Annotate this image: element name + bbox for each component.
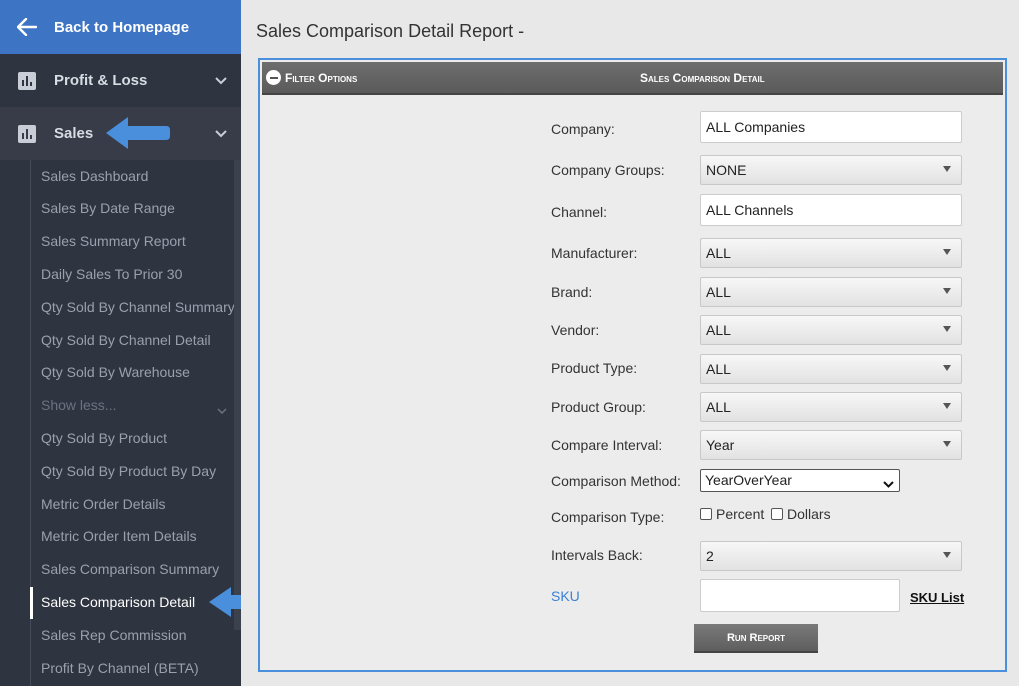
sku-input[interactable] [700, 579, 900, 612]
sidebar-section-label: Sales [54, 125, 94, 142]
brand-select[interactable]: ALL [700, 277, 962, 307]
brand-label: Brand: [551, 284, 593, 300]
comparison-type-label: Comparison Type: [551, 509, 665, 525]
chevron-down-icon [215, 72, 227, 89]
manufacturer-label: Manufacturer: [551, 245, 638, 261]
dollars-checkbox[interactable] [771, 508, 783, 520]
percent-option[interactable]: Percent [700, 506, 764, 522]
sidebar-item-sales-by-date-range[interactable]: Sales By Date Range [41, 200, 175, 216]
intervals-back-label: Intervals Back: [551, 547, 643, 563]
caret-down-icon [943, 403, 951, 409]
sidebar: Back to Homepage Profit & Loss Sales Sal… [0, 0, 241, 686]
chevron-up-icon [217, 401, 227, 419]
sidebar-item-daily-sales-prior-30[interactable]: Daily Sales To Prior 30 [41, 266, 182, 282]
company-input[interactable]: ALL Companies [700, 111, 962, 143]
collapse-minus-icon [266, 70, 281, 85]
panel-title: Sales Comparison Detail [640, 71, 765, 85]
chevron-down-icon [883, 475, 894, 491]
intervals-back-select[interactable]: 2 [700, 541, 962, 571]
page-title: Sales Comparison Detail Report - [256, 21, 525, 41]
caret-down-icon [943, 326, 951, 332]
sidebar-item-show-less[interactable]: Show less... [41, 397, 116, 413]
sidebar-item-profit-by-channel[interactable]: Profit By Channel (BETA) [41, 660, 199, 676]
back-to-homepage-label: Back to Homepage [54, 18, 190, 36]
sku-list-link[interactable]: SKU List [910, 590, 964, 605]
sidebar-section-profit-loss[interactable]: Profit & Loss [0, 54, 241, 107]
panel-header: Filter Options Sales Comparison Detail [262, 62, 1003, 95]
sku-label-link[interactable]: SKU [551, 588, 580, 604]
vendor-value: ALL [706, 322, 731, 338]
caret-down-icon [943, 552, 951, 558]
product-group-label: Product Group: [551, 399, 646, 415]
run-report-button[interactable]: Run Report [694, 624, 818, 653]
vendor-select[interactable]: ALL [700, 315, 962, 345]
company-groups-value: NONE [706, 162, 747, 178]
product-group-value: ALL [706, 399, 731, 415]
product-type-select[interactable]: ALL [700, 354, 962, 384]
company-label: Company: [551, 121, 615, 137]
vendor-label: Vendor: [551, 322, 600, 338]
report-panel: Filter Options Sales Comparison Detail C… [258, 58, 1007, 672]
sidebar-item-sales-summary-report[interactable]: Sales Summary Report [41, 233, 186, 249]
bar-chart-icon [0, 71, 54, 90]
pointer-arrow-sales [106, 117, 170, 149]
main-content: Sales Comparison Detail Report - Filter … [241, 0, 1019, 686]
sidebar-item-qty-sold-product[interactable]: Qty Sold By Product [41, 430, 167, 446]
company-groups-label: Company Groups: [551, 162, 665, 178]
sidebar-item-qty-sold-warehouse[interactable]: Qty Sold By Warehouse [41, 364, 190, 380]
caret-down-icon [943, 166, 951, 172]
brand-value: ALL [706, 284, 731, 300]
comparison-method-select[interactable]: YearOverYear [700, 469, 900, 492]
sidebar-item-sales-dashboard[interactable]: Sales Dashboard [41, 168, 148, 184]
product-group-select[interactable]: ALL [700, 392, 962, 422]
current-item-indicator [30, 587, 33, 619]
arrow-left-icon [0, 18, 54, 36]
comparison-method-label: Comparison Method: [551, 473, 681, 489]
product-type-value: ALL [706, 361, 731, 377]
filter-options-toggle[interactable]: Filter Options [266, 70, 357, 85]
caret-down-icon [943, 365, 951, 371]
back-to-homepage-link[interactable]: Back to Homepage [0, 0, 241, 54]
sidebar-item-sales-comparison-summary[interactable]: Sales Comparison Summary [41, 561, 219, 577]
sidebar-item-metric-order-details[interactable]: Metric Order Details [41, 496, 165, 512]
product-type-label: Product Type: [551, 360, 638, 376]
compare-interval-value: Year [706, 437, 735, 453]
comparison-method-value: YearOverYear [705, 472, 792, 488]
sidebar-scrollbar[interactable] [234, 160, 241, 630]
filter-options-label: Filter Options [285, 70, 358, 85]
sidebar-item-qty-sold-channel-detail[interactable]: Qty Sold By Channel Detail [41, 332, 211, 348]
percent-checkbox[interactable] [700, 508, 712, 520]
sidebar-item-qty-sold-product-day[interactable]: Qty Sold By Product By Day [41, 463, 216, 479]
bar-chart-icon [0, 124, 54, 143]
compare-interval-select[interactable]: Year [700, 430, 962, 460]
compare-interval-label: Compare Interval: [551, 437, 663, 453]
caret-down-icon [943, 249, 951, 255]
chevron-down-icon [215, 125, 227, 142]
manufacturer-value: ALL [706, 245, 731, 261]
channel-input[interactable]: ALL Channels [700, 194, 962, 226]
percent-label: Percent [716, 506, 765, 522]
sidebar-section-label: Profit & Loss [54, 72, 148, 89]
sidebar-item-sales-comparison-detail[interactable]: Sales Comparison Detail [41, 594, 195, 610]
manufacturer-select[interactable]: ALL [700, 238, 962, 268]
intervals-back-value: 2 [706, 548, 714, 564]
sidebar-item-metric-order-item-details[interactable]: Metric Order Item Details [41, 528, 197, 544]
caret-down-icon [943, 288, 951, 294]
caret-down-icon [943, 441, 951, 447]
company-groups-select[interactable]: NONE [700, 155, 962, 185]
channel-label: Channel: [551, 204, 608, 220]
dollars-option[interactable]: Dollars [771, 506, 831, 522]
dollars-label: Dollars [787, 506, 831, 522]
sidebar-item-qty-sold-channel-summary[interactable]: Qty Sold By Channel Summary [41, 299, 235, 315]
sidebar-item-sales-rep-commission[interactable]: Sales Rep Commission [41, 627, 187, 643]
